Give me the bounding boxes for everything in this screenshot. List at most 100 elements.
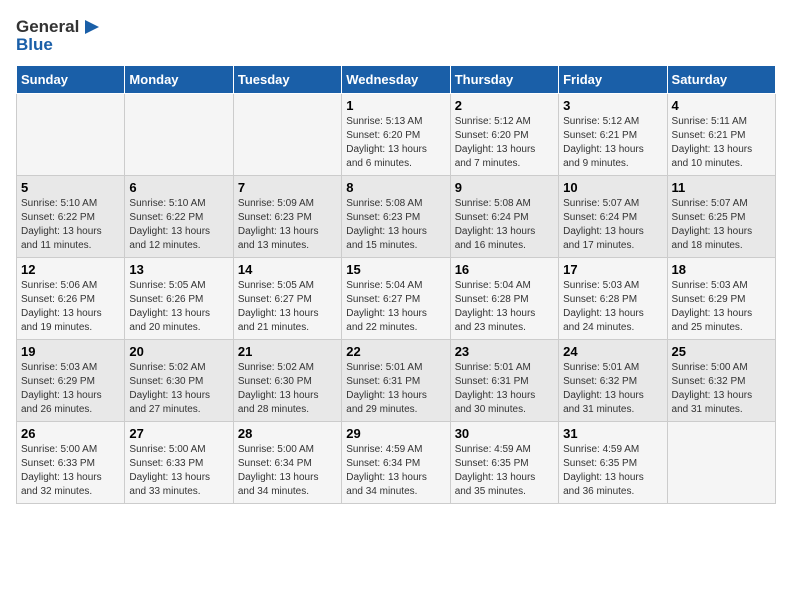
day-number: 10	[563, 180, 662, 195]
calendar-cell: 10 Sunrise: 5:07 AM Sunset: 6:24 PM Dayli…	[559, 175, 667, 257]
calendar-cell: 24 Sunrise: 5:01 AM Sunset: 6:32 PM Dayli…	[559, 339, 667, 421]
day-info: Sunrise: 5:01 AM Sunset: 6:31 PM Dayligh…	[346, 361, 445, 417]
day-number: 18	[672, 262, 771, 277]
day-number: 11	[672, 180, 771, 195]
calendar-header-monday: Monday	[125, 65, 233, 93]
calendar-header-thursday: Thursday	[450, 65, 558, 93]
day-number: 23	[455, 344, 554, 359]
day-number: 31	[563, 426, 662, 441]
calendar-cell: 15 Sunrise: 5:04 AM Sunset: 6:27 PM Dayli…	[342, 257, 450, 339]
calendar-cell	[667, 421, 775, 503]
day-info: Sunrise: 4:59 AM Sunset: 6:34 PM Dayligh…	[346, 443, 445, 499]
day-info: Sunrise: 5:05 AM Sunset: 6:26 PM Dayligh…	[129, 279, 228, 335]
day-number: 22	[346, 344, 445, 359]
day-number: 15	[346, 262, 445, 277]
day-number: 1	[346, 98, 445, 113]
day-info: Sunrise: 5:13 AM Sunset: 6:20 PM Dayligh…	[346, 115, 445, 171]
day-number: 21	[238, 344, 337, 359]
calendar-cell: 2Sunrise: 5:12 AM Sunset: 6:20 PM Daylig…	[450, 93, 558, 175]
day-number: 17	[563, 262, 662, 277]
general-text: General	[16, 18, 79, 37]
calendar-cell: 9Sunrise: 5:08 AM Sunset: 6:24 PM Daylig…	[450, 175, 558, 257]
calendar-cell	[125, 93, 233, 175]
calendar-cell: 1 Sunrise: 5:13 AM Sunset: 6:20 PM Daylig…	[342, 93, 450, 175]
calendar-cell: 14 Sunrise: 5:05 AM Sunset: 6:27 PM Dayli…	[233, 257, 341, 339]
day-number: 5	[21, 180, 120, 195]
day-info: Sunrise: 5:09 AM Sunset: 6:23 PM Dayligh…	[238, 197, 337, 253]
day-number: 19	[21, 344, 120, 359]
calendar-cell: 31 Sunrise: 4:59 AM Sunset: 6:35 PM Dayli…	[559, 421, 667, 503]
day-info: Sunrise: 4:59 AM Sunset: 6:35 PM Dayligh…	[455, 443, 554, 499]
calendar-cell: 25 Sunrise: 5:00 AM Sunset: 6:32 PM Dayli…	[667, 339, 775, 421]
day-info: Sunrise: 5:00 AM Sunset: 6:33 PM Dayligh…	[129, 443, 228, 499]
calendar-cell: 19 Sunrise: 5:03 AM Sunset: 6:29 PM Dayli…	[17, 339, 125, 421]
calendar-cell: 21 Sunrise: 5:02 AM Sunset: 6:30 PM Dayli…	[233, 339, 341, 421]
calendar-cell: 30 Sunrise: 4:59 AM Sunset: 6:35 PM Dayli…	[450, 421, 558, 503]
calendar-cell: 28Sunrise: 5:00 AM Sunset: 6:34 PM Dayli…	[233, 421, 341, 503]
day-info: Sunrise: 5:12 AM Sunset: 6:20 PM Dayligh…	[455, 115, 554, 171]
day-info: Sunrise: 5:05 AM Sunset: 6:27 PM Dayligh…	[238, 279, 337, 335]
header: General Blue	[16, 16, 776, 55]
day-info: Sunrise: 5:08 AM Sunset: 6:23 PM Dayligh…	[346, 197, 445, 253]
day-info: Sunrise: 5:00 AM Sunset: 6:33 PM Dayligh…	[21, 443, 120, 499]
calendar-cell: 22 Sunrise: 5:01 AM Sunset: 6:31 PM Dayli…	[342, 339, 450, 421]
day-info: Sunrise: 5:03 AM Sunset: 6:29 PM Dayligh…	[21, 361, 120, 417]
day-number: 7	[238, 180, 337, 195]
day-info: Sunrise: 5:04 AM Sunset: 6:28 PM Dayligh…	[455, 279, 554, 335]
day-info: Sunrise: 5:04 AM Sunset: 6:27 PM Dayligh…	[346, 279, 445, 335]
day-info: Sunrise: 5:12 AM Sunset: 6:21 PM Dayligh…	[563, 115, 662, 171]
day-number: 24	[563, 344, 662, 359]
day-number: 9	[455, 180, 554, 195]
day-info: Sunrise: 5:01 AM Sunset: 6:31 PM Dayligh…	[455, 361, 554, 417]
day-info: Sunrise: 4:59 AM Sunset: 6:35 PM Dayligh…	[563, 443, 662, 499]
day-info: Sunrise: 5:03 AM Sunset: 6:29 PM Dayligh…	[672, 279, 771, 335]
calendar-cell: 11 Sunrise: 5:07 AM Sunset: 6:25 PM Dayli…	[667, 175, 775, 257]
day-info: Sunrise: 5:11 AM Sunset: 6:21 PM Dayligh…	[672, 115, 771, 171]
day-number: 8	[346, 180, 445, 195]
day-info: Sunrise: 5:00 AM Sunset: 6:32 PM Dayligh…	[672, 361, 771, 417]
day-info: Sunrise: 5:03 AM Sunset: 6:28 PM Dayligh…	[563, 279, 662, 335]
calendar-header-wednesday: Wednesday	[342, 65, 450, 93]
logo-container: General Blue	[16, 16, 103, 55]
calendar-cell: 4 Sunrise: 5:11 AM Sunset: 6:21 PM Daylig…	[667, 93, 775, 175]
calendar-cell: 3 Sunrise: 5:12 AM Sunset: 6:21 PM Daylig…	[559, 93, 667, 175]
calendar-cell	[233, 93, 341, 175]
calendar-table: SundayMondayTuesdayWednesdayThursdayFrid…	[16, 65, 776, 504]
day-number: 29	[346, 426, 445, 441]
day-number: 25	[672, 344, 771, 359]
day-info: Sunrise: 5:07 AM Sunset: 6:25 PM Dayligh…	[672, 197, 771, 253]
calendar-header-friday: Friday	[559, 65, 667, 93]
calendar-cell: 27Sunrise: 5:00 AM Sunset: 6:33 PM Dayli…	[125, 421, 233, 503]
day-number: 13	[129, 262, 228, 277]
day-info: Sunrise: 5:02 AM Sunset: 6:30 PM Dayligh…	[129, 361, 228, 417]
calendar-header-tuesday: Tuesday	[233, 65, 341, 93]
calendar-cell: 20Sunrise: 5:02 AM Sunset: 6:30 PM Dayli…	[125, 339, 233, 421]
calendar-cell: 6Sunrise: 5:10 AM Sunset: 6:22 PM Daylig…	[125, 175, 233, 257]
day-number: 3	[563, 98, 662, 113]
day-number: 30	[455, 426, 554, 441]
calendar-cell: 8 Sunrise: 5:08 AM Sunset: 6:23 PM Daylig…	[342, 175, 450, 257]
calendar-header-sunday: Sunday	[17, 65, 125, 93]
calendar-cell: 16 Sunrise: 5:04 AM Sunset: 6:28 PM Dayli…	[450, 257, 558, 339]
calendar-cell: 13 Sunrise: 5:05 AM Sunset: 6:26 PM Dayli…	[125, 257, 233, 339]
day-info: Sunrise: 5:07 AM Sunset: 6:24 PM Dayligh…	[563, 197, 662, 253]
calendar-cell: 7 Sunrise: 5:09 AM Sunset: 6:23 PM Daylig…	[233, 175, 341, 257]
logo-triangle-icon	[81, 16, 103, 38]
day-number: 6	[129, 180, 228, 195]
day-number: 16	[455, 262, 554, 277]
day-info: Sunrise: 5:01 AM Sunset: 6:32 PM Dayligh…	[563, 361, 662, 417]
day-info: Sunrise: 5:10 AM Sunset: 6:22 PM Dayligh…	[21, 197, 120, 253]
day-number: 26	[21, 426, 120, 441]
day-number: 4	[672, 98, 771, 113]
calendar-cell: 12Sunrise: 5:06 AM Sunset: 6:26 PM Dayli…	[17, 257, 125, 339]
day-info: Sunrise: 5:02 AM Sunset: 6:30 PM Dayligh…	[238, 361, 337, 417]
calendar-cell: 5 Sunrise: 5:10 AM Sunset: 6:22 PM Daylig…	[17, 175, 125, 257]
day-info: Sunrise: 5:00 AM Sunset: 6:34 PM Dayligh…	[238, 443, 337, 499]
calendar-cell: 17 Sunrise: 5:03 AM Sunset: 6:28 PM Dayli…	[559, 257, 667, 339]
day-info: Sunrise: 5:06 AM Sunset: 6:26 PM Dayligh…	[21, 279, 120, 335]
logo: General Blue	[16, 16, 103, 55]
calendar-cell: 23 Sunrise: 5:01 AM Sunset: 6:31 PM Dayli…	[450, 339, 558, 421]
blue-text: Blue	[16, 36, 103, 55]
day-number: 14	[238, 262, 337, 277]
calendar-cell: 29 Sunrise: 4:59 AM Sunset: 6:34 PM Dayli…	[342, 421, 450, 503]
